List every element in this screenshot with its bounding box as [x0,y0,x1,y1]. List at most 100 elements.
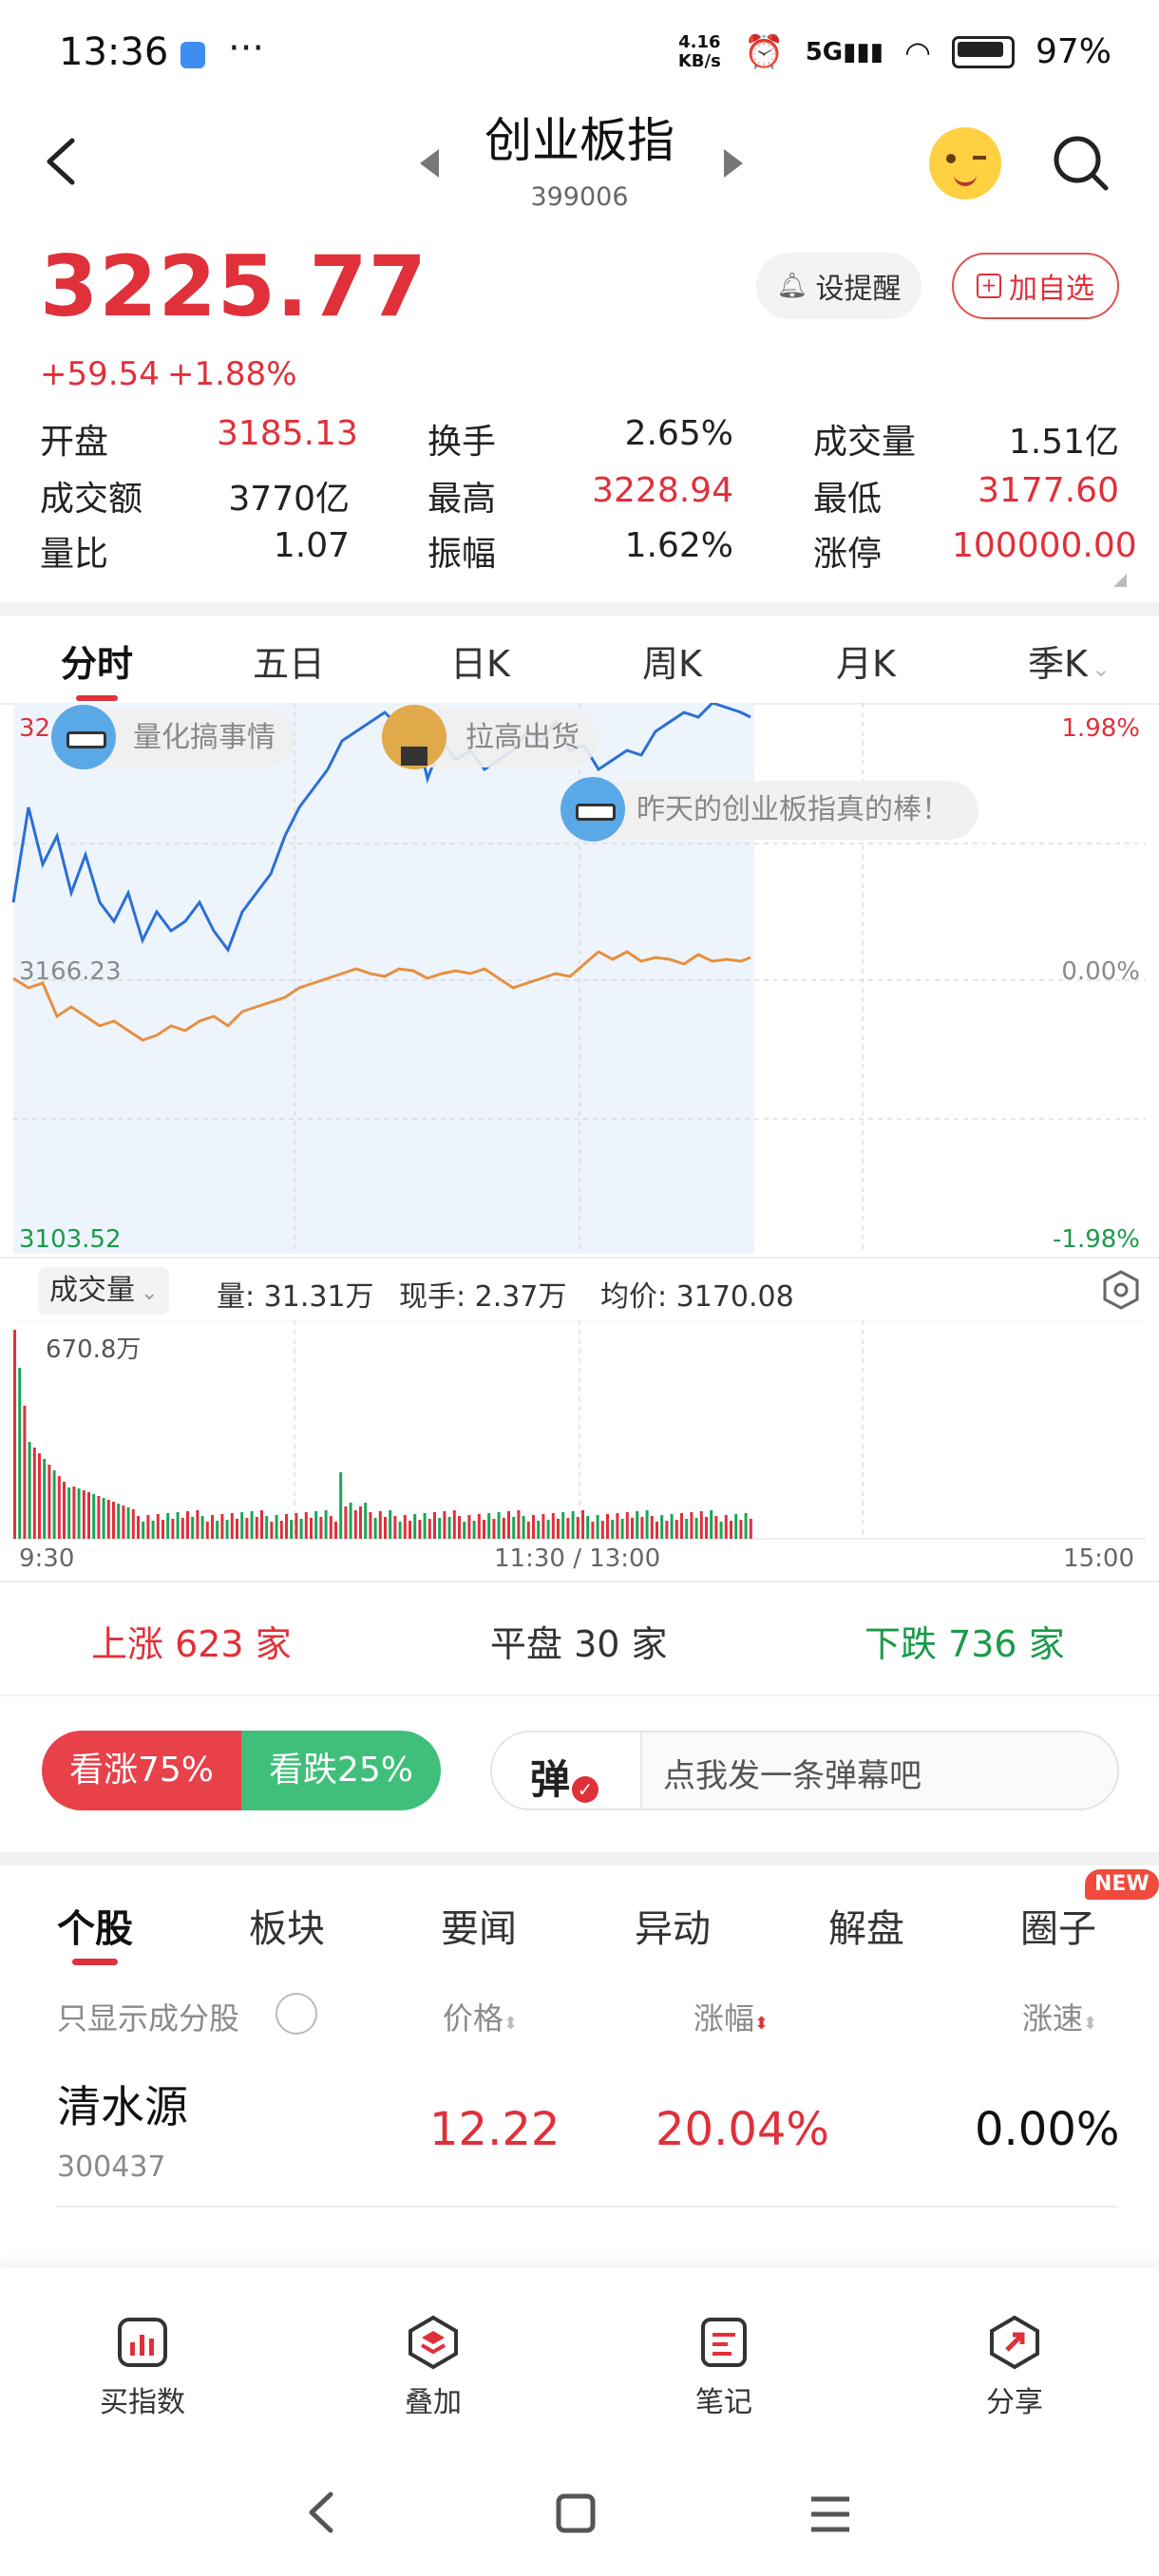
volume-bar [191,1517,195,1539]
sort-price-header[interactable]: 价格⬍ [443,1995,518,2038]
table-row[interactable]: 清水源 300437 12.22 20.04% 0.00% [0,2061,1159,2204]
system-menu-button[interactable] [809,2494,851,2538]
tab-news[interactable]: 要闻 [441,1898,517,1953]
tab-quarterly-k[interactable]: 季K ⌄ [1028,635,1111,687]
tab-stocks[interactable]: 个股 [57,1898,133,1953]
volume-bar [102,1498,105,1539]
volume-bar [200,1516,204,1539]
volume-bar [186,1511,189,1539]
constituent-filter-toggle[interactable] [276,1993,317,2035]
volume-bar [551,1513,555,1539]
volume-bar [294,1513,298,1539]
tab-intraday[interactable]: 分时 [61,635,133,687]
volume-bar [526,1522,530,1539]
volume-bar [92,1494,96,1539]
volume-bar [353,1510,357,1539]
volume-bar [137,1516,140,1539]
volume-bar [373,1518,377,1539]
chart-y-top-left: 32 [19,714,51,743]
volume-bar [571,1511,575,1539]
volume-bar [566,1518,570,1539]
volume-bar [329,1516,332,1539]
system-back-button[interactable] [302,2489,340,2540]
stat-value: 2.65% [624,414,733,453]
tab-community[interactable]: 圈子 [1020,1898,1096,1953]
tab-analysis[interactable]: 解盘 [828,1898,904,1953]
volume-bar [255,1517,258,1539]
add-watchlist-button[interactable]: + 加自选 [952,253,1119,319]
share-button[interactable]: 分享 [939,2314,1091,2420]
volume-bar [749,1519,752,1539]
divider [55,2206,1117,2207]
price-change-pct: +1.88% [167,355,297,393]
volume-bar [126,1507,130,1539]
bullish-vote-button[interactable]: 看涨75% [42,1731,241,1810]
sort-speed-header[interactable]: 涨速⬍ [1022,1995,1097,2038]
battery-level: 97% [1035,32,1112,71]
system-home-icon [556,2493,596,2533]
volume-bar [744,1513,748,1539]
chart-settings-button[interactable] [1102,1269,1140,1315]
set-alert-button[interactable]: 🔔︎ 设提醒 [756,253,922,319]
volume-bar [43,1459,47,1539]
volume-bar [685,1519,689,1539]
tab-monthly-k[interactable]: 月K [836,635,896,687]
chart-box-icon [118,2318,167,2367]
volume-bar [463,1522,466,1539]
danmu-toggle-button[interactable]: 弹 ✓ [492,1733,642,1809]
tab-weekly-k[interactable]: 周K [642,635,702,687]
stat-label: 开盘 [40,423,109,462]
tab-movers[interactable]: 异动 [635,1898,711,1953]
volume-bar [339,1472,343,1539]
layers-icon [408,2315,458,2370]
active-tab-indicator [76,695,118,701]
share-icon [990,2315,1039,2370]
stat-value: 3770亿 [228,480,350,519]
stat-value: 100000.00 [952,526,1137,565]
mascot-avatar-icon[interactable] [929,127,1001,199]
volume-bar [477,1514,481,1539]
volume-bar [418,1520,422,1539]
danmu-bubble[interactable]: 昨天的创业板指真的棒！ [570,781,978,840]
volume-bar [447,1517,451,1539]
volume-bar [537,1521,541,1539]
volume-bar [344,1506,348,1539]
volume-bar [270,1522,274,1539]
volume-bar [211,1515,214,1539]
expand-corner-icon[interactable] [1113,574,1127,587]
volume-bar [72,1487,76,1539]
tab-five-day[interactable]: 五日 [253,635,325,687]
buy-index-button[interactable]: 买指数 [66,2314,218,2420]
volume-max-label: 670.8万 [46,1335,142,1364]
volume-bar [452,1510,456,1539]
tab-daily-k[interactable]: 日K [450,635,510,687]
system-home-button[interactable] [555,2492,597,2538]
stock-code: 300437 [57,2150,166,2184]
divider [0,1695,1159,1696]
danmu-input[interactable]: 点我发一条弹幕吧 [663,1750,922,1796]
volume-bar [606,1514,609,1539]
sort-desc-icon: ⬍ [754,2014,770,2034]
user-avatar-icon [382,705,446,769]
danmu-input-container[interactable]: 弹 ✓ 点我发一条弹幕吧 [490,1731,1119,1810]
volume-bar [705,1517,708,1539]
sort-pct-header[interactable]: 涨幅⬍ [694,1995,769,2038]
volume-bar [636,1511,639,1539]
volume-bar [369,1512,372,1539]
search-button[interactable] [1051,133,1112,198]
notes-button[interactable]: 笔记 [648,2314,800,2420]
bearish-vote-button[interactable]: 看跌25% [241,1731,441,1810]
volume-bar [378,1511,382,1539]
volume-bar [349,1503,352,1539]
x-axis-mid: 11:30 / 13:00 [494,1544,661,1573]
tab-sectors[interactable]: 板块 [249,1898,325,1953]
volume-bar [625,1512,629,1539]
volume-bar [522,1516,525,1539]
overlay-button[interactable]: 叠加 [357,2314,509,2420]
divider [0,602,1159,616]
volume-selector[interactable]: 成交量 ⌄ [38,1267,170,1315]
plus-box-icon: + [977,274,1001,298]
active-tab-indicator [72,1959,118,1965]
volume-bar [67,1487,71,1539]
volume-bar [557,1519,560,1539]
